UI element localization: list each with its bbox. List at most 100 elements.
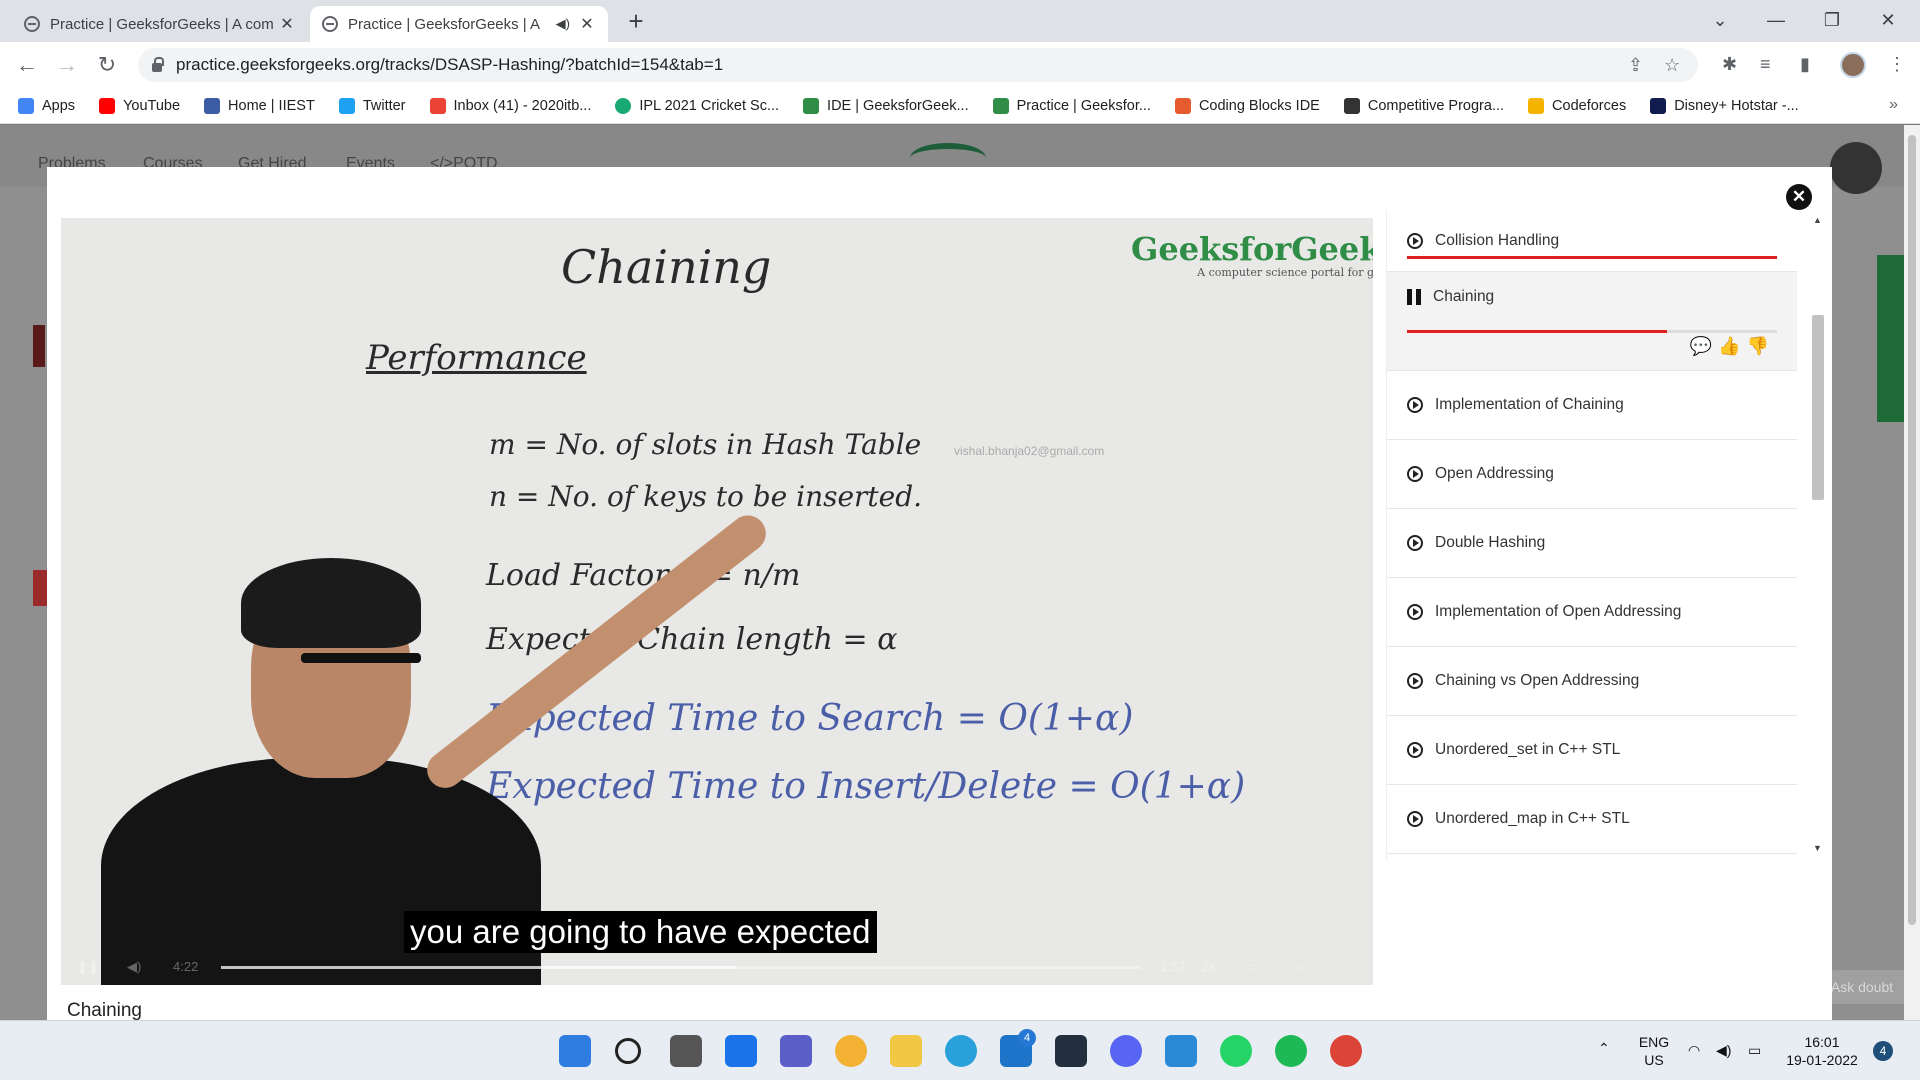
extensions-icon[interactable]: ✱	[1722, 54, 1737, 75]
discord-icon[interactable]	[1110, 1035, 1142, 1067]
bookmark-apps[interactable]: Apps	[18, 97, 75, 114]
show-hidden-icons[interactable]: ⌃	[1598, 1039, 1610, 1057]
more-bookmarks-icon[interactable]: »	[1889, 96, 1898, 114]
close-window-button[interactable]: ✕	[1864, 0, 1912, 40]
whatsapp-icon[interactable]	[1220, 1035, 1252, 1067]
playlist-item[interactable]: Unordered_map in C++ STL	[1387, 785, 1797, 854]
scroll-up-icon[interactable]: ▲	[1813, 215, 1822, 225]
bookmark-star-icon[interactable]: ☆	[1664, 55, 1680, 76]
playlist-item-title: Open Addressing	[1435, 465, 1554, 482]
youtube-icon	[99, 97, 116, 114]
audio-playing-icon[interactable]: ◀)	[556, 16, 570, 32]
playlist-item[interactable]: Double Hashing	[1387, 509, 1797, 578]
browser-tab-2[interactable]: Practice | GeeksforGeeks | A ◀) ✕	[310, 6, 608, 42]
comment-icon[interactable]: 💬	[1690, 336, 1712, 357]
lock-icon[interactable]	[152, 56, 164, 72]
wifi-icon[interactable]: ◠	[1688, 1041, 1700, 1059]
close-tab-icon[interactable]: ✕	[578, 14, 596, 34]
live-batches-tab[interactable]	[1877, 255, 1904, 422]
playlist-item-active[interactable]: Chaining 💬 👍 👎	[1387, 272, 1797, 371]
thumbs-down-icon[interactable]: 👎	[1747, 336, 1769, 357]
gfg-icon	[803, 97, 820, 114]
playlist-item[interactable]: Implementation of Chaining	[1387, 371, 1797, 440]
playlist-item[interactable]: Collision Handling	[1387, 210, 1797, 272]
volume-icon[interactable]: ◀)	[1716, 1041, 1731, 1059]
playlist-item[interactable]: Implementation of Open Addressing	[1387, 578, 1797, 647]
teams-chat-icon[interactable]	[780, 1035, 812, 1067]
bookmark-twitter[interactable]: Twitter	[338, 97, 406, 114]
play-circle-icon	[1407, 742, 1423, 758]
bookmark-coding-blocks[interactable]: Coding Blocks IDE	[1174, 97, 1320, 114]
whiteboard-title: Chaining	[561, 240, 772, 294]
playlist-scrollbar[interactable]: ▲ ▼	[1810, 215, 1826, 855]
windows-start-icon[interactable]	[559, 1035, 591, 1067]
volume-icon[interactable]: ◀)	[127, 959, 141, 975]
file-explorer-icon[interactable]	[890, 1035, 922, 1067]
bookmark-iiest[interactable]: Home | IIEST	[204, 97, 315, 114]
whiteboard-line: Expected Time to Insert/Delete = O(1+α)	[486, 766, 1246, 807]
cc-icon	[1343, 97, 1360, 114]
profile-avatar[interactable]	[1840, 52, 1866, 78]
clock[interactable]: 16:01 19-01-2022	[1782, 1033, 1862, 1069]
video-progress-bar[interactable]	[221, 966, 1141, 969]
theater-icon[interactable]: ▭	[1291, 959, 1303, 975]
codeforces-icon	[1528, 97, 1545, 114]
speed-button[interactable]: 2x	[1201, 959, 1215, 974]
battery-icon[interactable]: ▭	[1748, 1041, 1761, 1059]
video-player[interactable]: Chaining Performance m = No. of slots in…	[61, 218, 1373, 985]
chrome-icon[interactable]	[1330, 1035, 1362, 1067]
bookmark-competitive-programming[interactable]: Competitive Progra...	[1343, 97, 1504, 114]
bookmark-hotstar[interactable]: Disney+ Hotstar -...	[1650, 97, 1799, 114]
bookmark-gmail[interactable]: Inbox (41) - 2020itb...	[429, 97, 591, 114]
menu-icon[interactable]: ⋮	[1888, 54, 1906, 75]
media-control-icon[interactable]: ≡	[1760, 54, 1771, 75]
bookmark-youtube[interactable]: YouTube	[99, 97, 180, 114]
captions-icon[interactable]: ▭	[1246, 959, 1258, 975]
vscode-icon[interactable]	[1165, 1035, 1197, 1067]
playlist-item[interactable]: Chaining vs Open Addressing	[1387, 647, 1797, 716]
scrollbar-thumb[interactable]	[1812, 315, 1824, 500]
playlist-item-title: Chaining vs Open Addressing	[1435, 672, 1640, 689]
side-panel-icon[interactable]: ▮	[1800, 54, 1810, 75]
play-circle-icon	[1407, 232, 1423, 249]
search-icon[interactable]	[615, 1038, 641, 1064]
gfg-icon	[992, 97, 1009, 114]
close-tab-icon[interactable]: ✕	[278, 14, 296, 34]
weather-icon[interactable]	[835, 1035, 867, 1067]
prime-video-icon[interactable]	[1055, 1035, 1087, 1067]
maximize-button[interactable]: ❐	[1808, 0, 1856, 40]
forward-icon[interactable]: →	[52, 50, 82, 80]
bookmark-gfg-practice[interactable]: Practice | Geeksfor...	[992, 97, 1151, 114]
new-tab-button[interactable]: +	[620, 6, 652, 38]
spotify-icon[interactable]	[1275, 1035, 1307, 1067]
scrollbar-thumb[interactable]	[1908, 135, 1916, 925]
browser-tab-1[interactable]: Practice | GeeksforGeeks | A com ✕	[12, 6, 308, 42]
task-view-icon[interactable]	[670, 1035, 702, 1067]
tab-search-icon[interactable]: ⌄	[1696, 0, 1744, 40]
language-indicator[interactable]: ENG US	[1636, 1033, 1672, 1069]
browser-toolbar: ← → ↻ practice.geeksforgeeks.org/tracks/…	[0, 42, 1920, 88]
notification-badge[interactable]: 4	[1873, 1041, 1893, 1061]
playlist-item[interactable]: Unordered_set in C++ STL	[1387, 716, 1797, 785]
page-scrollbar[interactable]	[1904, 125, 1920, 1020]
minimize-button[interactable]: —	[1752, 0, 1800, 40]
share-icon[interactable]: ⇪	[1628, 55, 1643, 76]
close-modal-button[interactable]: ✕	[1786, 184, 1812, 210]
fullscreen-icon[interactable]: ⛶	[1341, 959, 1350, 975]
whiteboard-line: n = No. of keys to be inserted.	[489, 480, 923, 513]
ask-doubt-button[interactable]: Ask doubt	[1820, 970, 1904, 1004]
address-bar[interactable]: practice.geeksforgeeks.org/tracks/DSASP-…	[138, 48, 1698, 82]
pause-icon[interactable]: ❚❚	[77, 959, 99, 975]
bookmark-gfg-ide[interactable]: IDE | GeeksforGeek...	[803, 97, 969, 114]
user-avatar-icon[interactable]	[1830, 142, 1882, 194]
playlist-item[interactable]: Open Addressing	[1387, 440, 1797, 509]
scroll-down-icon[interactable]: ▼	[1813, 843, 1822, 853]
back-icon[interactable]: ←	[12, 50, 42, 80]
bookmark-codeforces[interactable]: Codeforces	[1528, 97, 1626, 114]
globe-icon	[322, 16, 338, 32]
bookmark-ipl[interactable]: IPL 2021 Cricket Sc...	[615, 97, 779, 114]
thumbs-up-icon[interactable]: 👍	[1718, 336, 1740, 357]
widgets-icon[interactable]	[725, 1035, 757, 1067]
reload-icon[interactable]: ↻	[92, 50, 122, 80]
telegram-icon[interactable]	[945, 1035, 977, 1067]
